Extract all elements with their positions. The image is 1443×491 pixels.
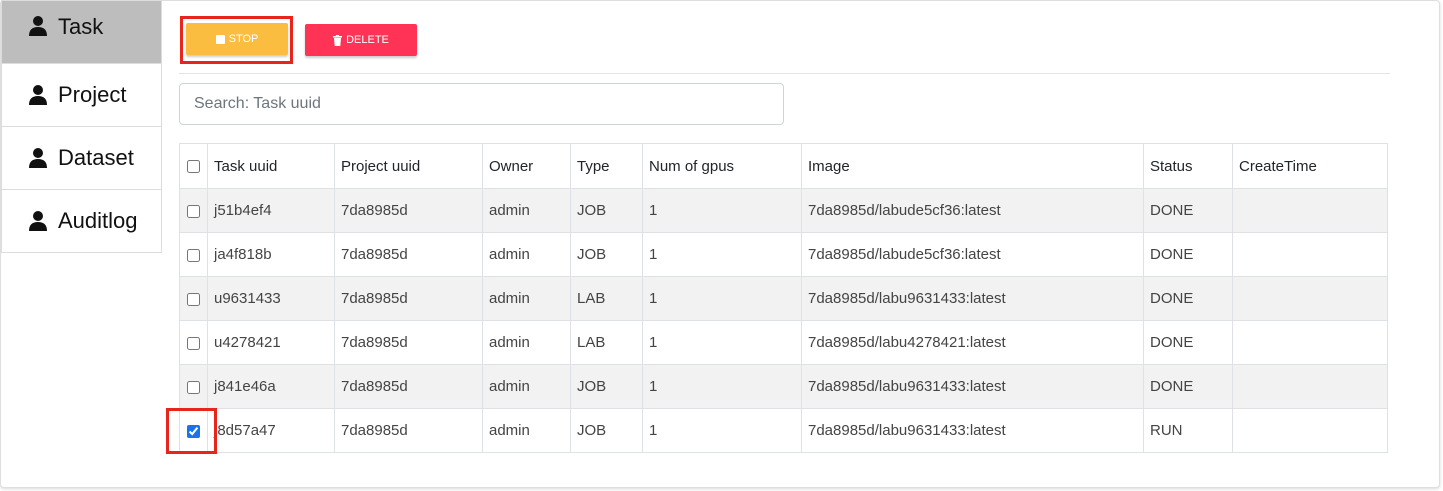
cell-type: JOB <box>570 364 643 409</box>
delete-button-label: DELETE <box>346 34 389 46</box>
cell-image: 7da8985d/labu4278421:latest <box>801 320 1144 365</box>
row-select-cell <box>179 232 208 277</box>
row-select-cell <box>179 320 208 365</box>
table-row[interactable]: j51b4ef4 7da8985d admin JOB 1 7da8985d/l… <box>179 188 1388 233</box>
cell-owner: admin <box>482 232 571 277</box>
column-header: Task uuid <box>207 143 335 189</box>
sidebar-item-dataset[interactable]: Dataset <box>1 127 162 190</box>
column-header: Image <box>801 143 1144 189</box>
cell-status: DONE <box>1143 232 1233 277</box>
cell-create-time <box>1232 364 1388 409</box>
row-select-cell <box>179 188 208 233</box>
cell-status: DONE <box>1143 364 1233 409</box>
cell-gpus: 1 <box>642 276 802 321</box>
stop-button-label: STOP <box>228 33 259 45</box>
cell-status: RUN <box>1143 408 1233 453</box>
row-select-cell <box>179 276 208 321</box>
row-checkbox[interactable] <box>187 424 200 438</box>
sidebar: Task Project Dataset Auditlog <box>1 0 162 253</box>
cell-status: DONE <box>1143 276 1233 321</box>
trash-icon <box>333 34 343 46</box>
task-table: Task uuid Project uuid Owner Type Num of… <box>179 143 1388 453</box>
cell-create-time <box>1232 232 1388 277</box>
row-checkbox[interactable] <box>187 204 200 218</box>
sidebar-item-task[interactable]: Task <box>1 0 162 64</box>
cell-owner: admin <box>482 320 571 365</box>
cell-task-uuid: j8d57a47 <box>207 408 335 453</box>
sidebar-item-project[interactable]: Project <box>1 64 162 127</box>
table-header-row: Task uuid Project uuid Owner Type Num of… <box>179 143 1388 189</box>
select-all-checkbox[interactable] <box>187 160 200 174</box>
delete-button[interactable]: DELETE <box>305 24 417 56</box>
user-icon <box>29 85 47 105</box>
column-header: Status <box>1143 143 1233 189</box>
cell-owner: admin <box>482 188 571 233</box>
column-header: Project uuid <box>334 143 483 189</box>
user-icon <box>29 148 47 168</box>
cell-image: 7da8985d/labu9631433:latest <box>801 276 1144 321</box>
cell-project-uuid: 7da8985d <box>334 276 483 321</box>
row-checkbox[interactable] <box>187 380 200 394</box>
cell-type: JOB <box>570 232 643 277</box>
column-header: Owner <box>482 143 571 189</box>
sidebar-item-label: Auditlog <box>58 208 138 233</box>
cell-gpus: 1 <box>642 364 802 409</box>
cell-image: 7da8985d/labude5cf36:latest <box>801 232 1144 277</box>
column-header: CreateTime <box>1232 143 1388 189</box>
cell-gpus: 1 <box>642 320 802 365</box>
cell-project-uuid: 7da8985d <box>334 232 483 277</box>
table-row[interactable]: j8d57a47 7da8985d admin JOB 1 7da8985d/l… <box>179 408 1388 453</box>
cell-owner: admin <box>482 364 571 409</box>
table-row[interactable]: j841e46a 7da8985d admin JOB 1 7da8985d/l… <box>179 364 1388 409</box>
cell-create-time <box>1232 320 1388 365</box>
search-input[interactable] <box>179 83 784 125</box>
sidebar-item-label: Dataset <box>58 145 134 170</box>
cell-type: JOB <box>570 188 643 233</box>
stop-button[interactable]: STOP <box>186 23 288 55</box>
cell-gpus: 1 <box>642 232 802 277</box>
row-checkbox[interactable] <box>187 292 200 306</box>
cell-status: DONE <box>1143 320 1233 365</box>
cell-image: 7da8985d/labu9631433:latest <box>801 364 1144 409</box>
stop-icon <box>215 34 225 44</box>
cell-task-uuid: j51b4ef4 <box>207 188 335 233</box>
user-icon <box>29 16 47 36</box>
toolbar-divider <box>179 73 1390 74</box>
cell-owner: admin <box>482 276 571 321</box>
sidebar-item-label: Project <box>58 82 127 107</box>
cell-create-time <box>1232 276 1388 321</box>
cell-image: 7da8985d/labude5cf36:latest <box>801 188 1144 233</box>
cell-type: LAB <box>570 276 643 321</box>
cell-task-uuid: u4278421 <box>207 320 335 365</box>
cell-create-time <box>1232 188 1388 233</box>
cell-task-uuid: u9631433 <box>207 276 335 321</box>
row-select-cell <box>179 408 208 453</box>
column-header: Type <box>570 143 643 189</box>
row-checkbox[interactable] <box>187 336 200 350</box>
cell-task-uuid: ja4f818b <box>207 232 335 277</box>
cell-type: LAB <box>570 320 643 365</box>
cell-type: JOB <box>570 408 643 453</box>
user-icon <box>29 211 47 231</box>
cell-create-time <box>1232 408 1388 453</box>
cell-task-uuid: j841e46a <box>207 364 335 409</box>
table-row[interactable]: ja4f818b 7da8985d admin JOB 1 7da8985d/l… <box>179 232 1388 277</box>
cell-project-uuid: 7da8985d <box>334 188 483 233</box>
cell-status: DONE <box>1143 188 1233 233</box>
select-all-cell <box>179 143 208 189</box>
cell-project-uuid: 7da8985d <box>334 320 483 365</box>
cell-gpus: 1 <box>642 188 802 233</box>
row-select-cell <box>179 364 208 409</box>
sidebar-item-auditlog[interactable]: Auditlog <box>1 190 162 253</box>
row-checkbox[interactable] <box>187 248 200 262</box>
cell-owner: admin <box>482 408 571 453</box>
sidebar-item-label: Task <box>58 14 104 39</box>
cell-gpus: 1 <box>642 408 802 453</box>
table-row[interactable]: u4278421 7da8985d admin LAB 1 7da8985d/l… <box>179 320 1388 365</box>
cell-project-uuid: 7da8985d <box>334 364 483 409</box>
cell-project-uuid: 7da8985d <box>334 408 483 453</box>
table-row[interactable]: u9631433 7da8985d admin LAB 1 7da8985d/l… <box>179 276 1388 321</box>
cell-image: 7da8985d/labu9631433:latest <box>801 408 1144 453</box>
column-header: Num of gpus <box>642 143 802 189</box>
